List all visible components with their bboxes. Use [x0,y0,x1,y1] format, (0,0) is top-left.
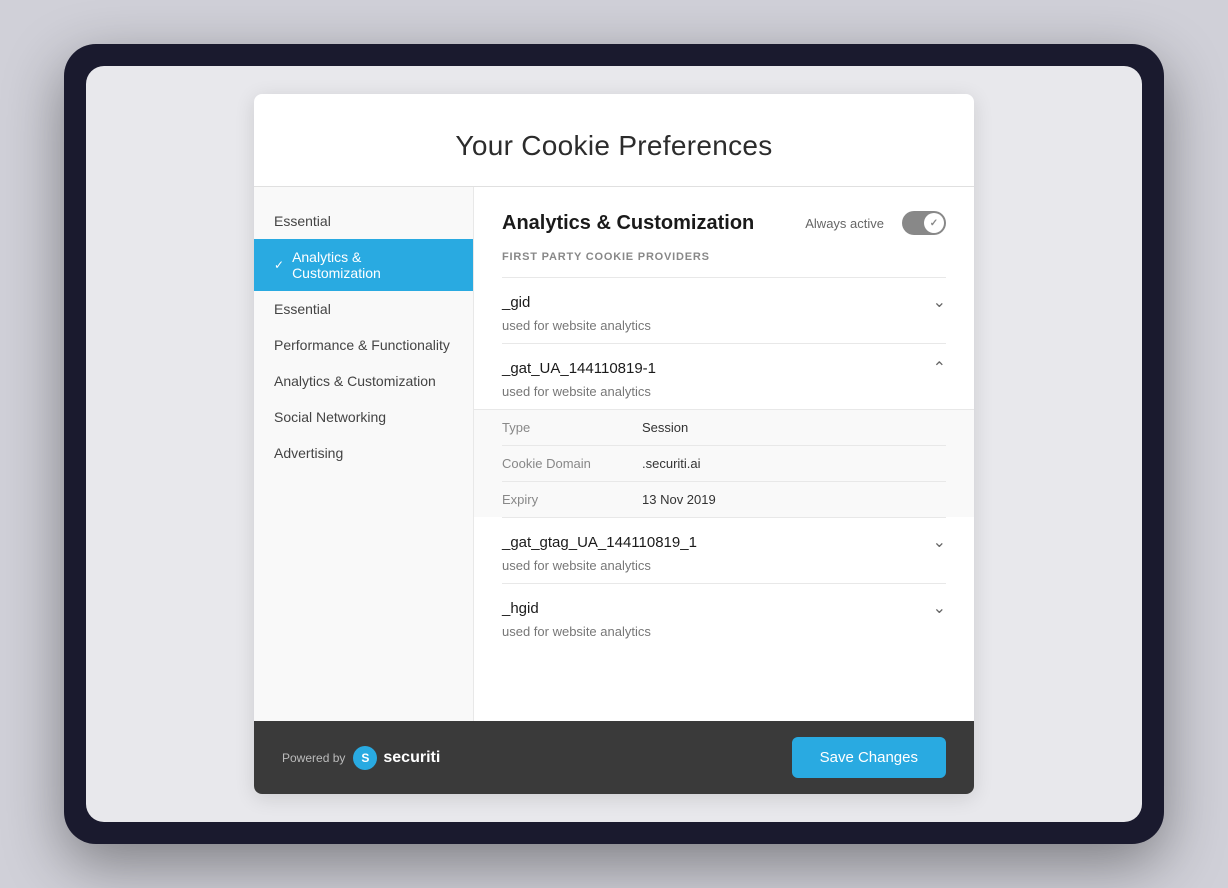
detail-label-expiry: Expiry [502,492,642,507]
save-changes-button[interactable]: Save Changes [792,737,946,778]
cookie-row-gat-ua[interactable]: _gat_UA_144110819-1 ⌃ [502,344,946,384]
content-header: Analytics & Customization Always active … [502,211,946,235]
securiti-logo: S securiti [353,746,440,770]
detail-row-expiry: Expiry 13 Nov 2019 [502,482,946,517]
cookie-item-hgid: _hgid ⌄ used for website analytics [502,583,946,639]
powered-by-label: Powered by [282,751,345,765]
sidebar-item-social-networking[interactable]: Social Networking [254,399,473,435]
detail-row-type: Type Session [502,410,946,446]
toggle-thumb: ✓ [924,213,944,233]
device-screen: Your Cookie Preferences Essential ✓ Anal… [86,66,1142,822]
cookie-desc-gat-ua: used for website analytics [502,384,946,399]
cookie-item-gid: _gid ⌄ used for website analytics [502,277,946,333]
modal-header: Your Cookie Preferences [254,94,974,187]
detail-row-domain: Cookie Domain .securiti.ai [502,446,946,482]
chevron-down-icon-gid: ⌄ [933,292,946,312]
sidebar-item-essential[interactable]: Essential [254,291,473,327]
cookie-desc-hgid: used for website analytics [502,624,946,639]
content-title: Analytics & Customization [502,212,754,235]
sidebar-item-label: Analytics & Customization [274,373,436,389]
check-icon: ✓ [274,258,284,272]
cookie-row-gid[interactable]: _gid ⌄ [502,278,946,318]
toggle-check-icon: ✓ [930,218,938,229]
chevron-up-icon-gat-ua: ⌃ [933,358,946,378]
sidebar-item-performance-functionality[interactable]: Performance & Functionality [254,327,473,363]
sidebar-item-essential-top[interactable]: Essential [254,203,473,239]
cookie-name-gid: _gid [502,294,530,311]
sidebar-item-label: Social Networking [274,409,386,425]
always-active-label: Always active [805,216,884,231]
sidebar-item-label: Essential [274,213,331,229]
sidebar: Essential ✓ Analytics & Customization Es… [254,187,474,721]
brand-name: securiti [383,749,440,767]
sidebar-item-label: Essential [274,301,331,317]
device-frame: Your Cookie Preferences Essential ✓ Anal… [64,44,1164,844]
powered-by: Powered by S securiti [282,746,440,770]
sidebar-item-label: Analytics & Customization [292,249,453,281]
cookie-details-gat-ua: Type Session Cookie Domain .securiti.ai … [474,409,974,517]
chevron-down-icon-gat-gtag: ⌄ [933,532,946,552]
cookie-item-gat-ua: _gat_UA_144110819-1 ⌃ used for website a… [502,343,946,517]
cookie-row-hgid[interactable]: _hgid ⌄ [502,584,946,624]
cookie-name-gat-gtag: _gat_gtag_UA_144110819_1 [502,534,697,551]
modal-body: Essential ✓ Analytics & Customization Es… [254,187,974,721]
content-area: Analytics & Customization Always active … [474,187,974,721]
sidebar-item-advertising[interactable]: Advertising [254,435,473,471]
modal-footer: Powered by S securiti Save Changes [254,721,974,794]
sidebar-item-analytics-customization[interactable]: ✓ Analytics & Customization [254,239,473,291]
section-label: FIRST PARTY COOKIE PROVIDERS [502,251,946,263]
toggle-switch[interactable]: ✓ [902,211,946,235]
cookie-item-gat-gtag: _gat_gtag_UA_144110819_1 ⌄ used for webs… [502,517,946,573]
cookie-row-gat-gtag[interactable]: _gat_gtag_UA_144110819_1 ⌄ [502,518,946,558]
toggle-wrapper: Always active ✓ [805,211,946,235]
securiti-icon: S [353,746,377,770]
detail-value-expiry: 13 Nov 2019 [642,492,716,507]
cookie-desc-gid: used for website analytics [502,318,946,333]
cookie-preferences-modal: Your Cookie Preferences Essential ✓ Anal… [254,94,974,794]
detail-label-domain: Cookie Domain [502,456,642,471]
sidebar-item-label: Advertising [274,445,343,461]
cookie-desc-gat-gtag: used for website analytics [502,558,946,573]
cookie-name-gat-ua: _gat_UA_144110819-1 [502,360,656,377]
sidebar-item-label: Performance & Functionality [274,337,450,353]
detail-value-domain: .securiti.ai [642,456,701,471]
chevron-down-icon-hgid: ⌄ [933,598,946,618]
detail-value-type: Session [642,420,688,435]
sidebar-item-analytics-customization-2[interactable]: Analytics & Customization [254,363,473,399]
modal-title: Your Cookie Preferences [294,130,934,162]
detail-label-type: Type [502,420,642,435]
cookie-name-hgid: _hgid [502,600,539,617]
